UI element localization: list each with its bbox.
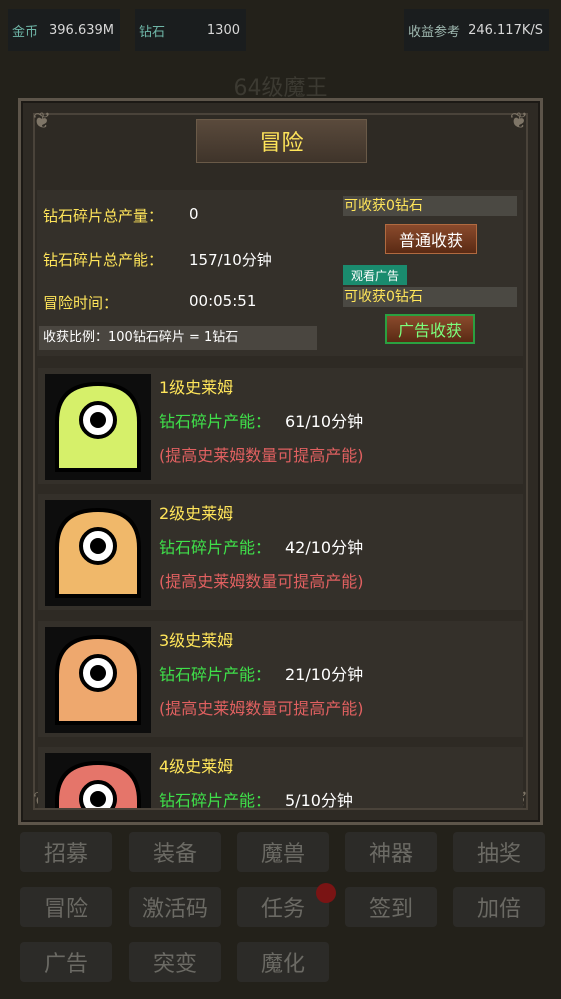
nav-ad-button[interactable]: 广告 bbox=[20, 942, 112, 982]
slime-rate-value: 21/10分钟 bbox=[285, 665, 364, 684]
slime-rate-label: 钻石碎片产能： bbox=[159, 412, 272, 431]
slime-name: 4级史莱姆 bbox=[159, 757, 234, 776]
notification-dot-icon bbox=[316, 883, 336, 903]
slime-card: 2级史莱姆 钻石碎片产能： 42/10分钟 (提高史莱姆数量可提高产能) bbox=[38, 494, 523, 610]
slime-tip: (提高史莱姆数量可提高产能) bbox=[159, 572, 364, 591]
nav-equipment-button[interactable]: 装备 bbox=[129, 832, 221, 872]
slime-list[interactable]: 1级史莱姆 钻石碎片产能： 61/10分钟 (提高史莱姆数量可提高产能) 2级史… bbox=[0, 0, 561, 808]
nav-lottery-button[interactable]: 抽奖 bbox=[453, 832, 545, 872]
nav-activation-code-button[interactable]: 激活码 bbox=[129, 887, 221, 927]
nav-recruit-button[interactable]: 招募 bbox=[20, 832, 112, 872]
slime-icon bbox=[45, 753, 151, 808]
slime-card: 1级史莱姆 钻石碎片产能： 61/10分钟 (提高史莱姆数量可提高产能) bbox=[38, 368, 523, 484]
slime-icon bbox=[45, 627, 151, 733]
nav-artifact-button[interactable]: 神器 bbox=[345, 832, 437, 872]
slime-name: 3级史莱姆 bbox=[159, 631, 234, 650]
slime-rate-value: 42/10分钟 bbox=[285, 538, 364, 557]
nav-double-button[interactable]: 加倍 bbox=[453, 887, 545, 927]
nav-beast-button[interactable]: 魔兽 bbox=[237, 832, 329, 872]
slime-rate-value: 61/10分钟 bbox=[285, 412, 364, 431]
slime-rate-label: 钻石碎片产能： bbox=[159, 538, 272, 557]
slime-card: 4级史莱姆 钻石碎片产能： 5/10分钟 bbox=[38, 747, 523, 808]
slime-name: 1级史莱姆 bbox=[159, 378, 234, 397]
nav-adventure-button[interactable]: 冒险 bbox=[20, 887, 112, 927]
slime-icon bbox=[45, 374, 151, 480]
slime-tip: (提高史莱姆数量可提高产能) bbox=[159, 446, 364, 465]
slime-rate-label: 钻石碎片产能： bbox=[159, 665, 272, 684]
slime-tip: (提高史莱姆数量可提高产能) bbox=[159, 699, 364, 718]
slime-rate-label: 钻石碎片产能： bbox=[159, 791, 272, 808]
nav-demonize-button[interactable]: 魔化 bbox=[237, 942, 329, 982]
slime-card: 3级史莱姆 钻石碎片产能： 21/10分钟 (提高史莱姆数量可提高产能) bbox=[38, 621, 523, 737]
nav-mutation-button[interactable]: 突变 bbox=[129, 942, 221, 982]
slime-icon bbox=[45, 500, 151, 606]
slime-rate-value: 5/10分钟 bbox=[285, 791, 353, 808]
nav-checkin-button[interactable]: 签到 bbox=[345, 887, 437, 927]
slime-name: 2级史莱姆 bbox=[159, 504, 234, 523]
